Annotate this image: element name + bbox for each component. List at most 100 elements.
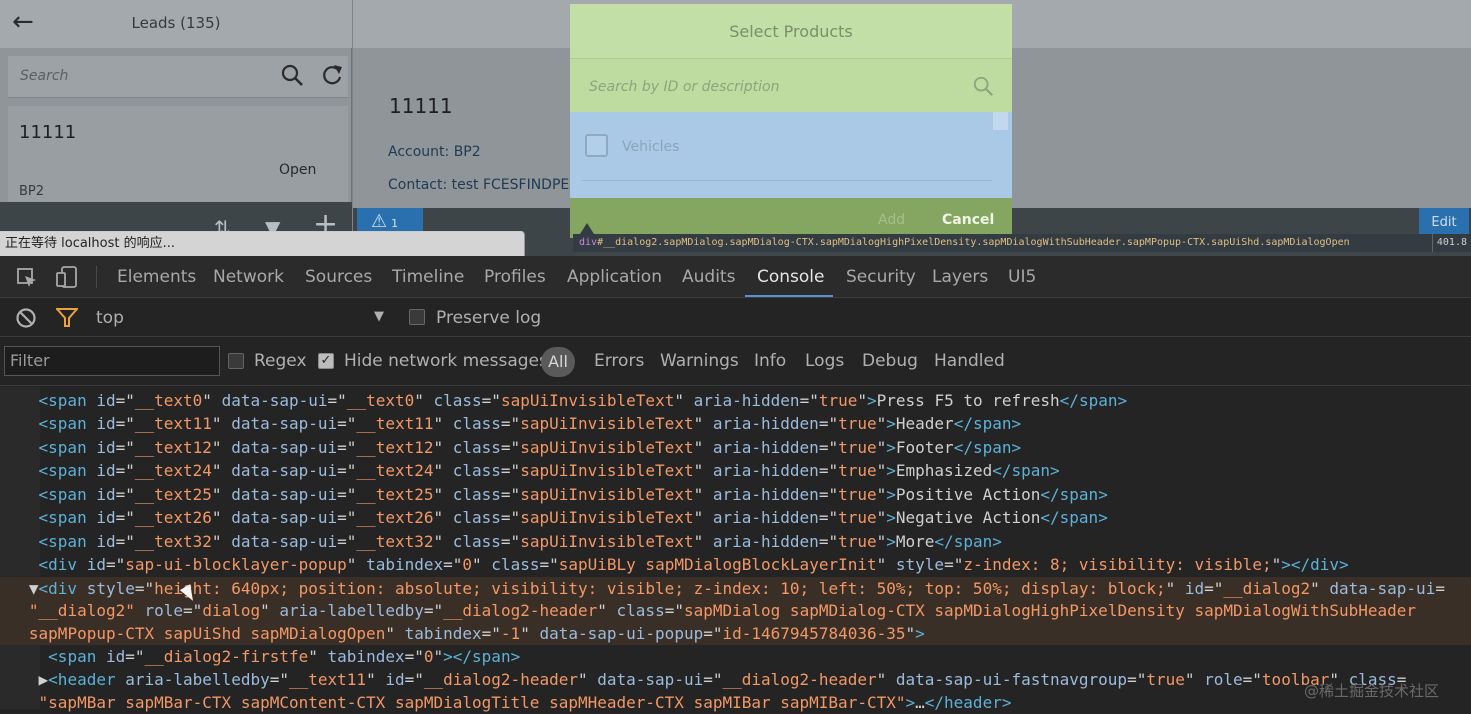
code-token: " — [433, 508, 453, 527]
code-token: </span> — [953, 438, 1022, 457]
watermark: @稀土掘金技术社区 — [1304, 682, 1440, 700]
search-field[interactable]: Search — [8, 56, 348, 98]
code-token: =" — [115, 414, 135, 433]
code-token: sapUiInvisibleText — [500, 391, 675, 410]
tab-timeline[interactable]: Timeline — [392, 267, 464, 287]
code-token: =" — [500, 414, 521, 433]
code-token: " — [693, 414, 713, 433]
console-line[interactable]: <span id="__text11" data-sap-ui="__text1… — [0, 412, 1471, 435]
code-token: =" — [115, 461, 135, 480]
console-line[interactable]: <span id="__text26" data-sap-ui="__text2… — [0, 506, 1471, 529]
console-output: <span id="__text0" data-sap-ui="__text0"… — [0, 387, 1471, 712]
level-warnings[interactable]: Warnings — [660, 351, 739, 371]
code-token: </span> — [934, 532, 1002, 551]
console-line[interactable]: <span id="__dialog2-firstfe" tabindex="0… — [0, 645, 1471, 668]
code-token: =" — [539, 555, 559, 574]
filter-input[interactable]: Filter — [4, 346, 220, 376]
warning-count: 1 — [391, 217, 399, 230]
console-line[interactable]: <span id="__text24" data-sap-ui="__text2… — [0, 459, 1471, 482]
code-token: " — [433, 532, 453, 551]
level-handled[interactable]: Handled — [934, 351, 1005, 371]
code-token: aria-hidden — [712, 461, 819, 480]
tab-audits[interactable]: Audits — [682, 267, 735, 287]
code-token: class — [452, 438, 501, 457]
code-token: =" — [818, 485, 839, 504]
tab-sources[interactable]: Sources — [305, 267, 372, 287]
code-token: true — [838, 485, 877, 504]
search-icon[interactable] — [972, 75, 994, 97]
search-icon[interactable] — [280, 63, 304, 87]
item-checkbox[interactable] — [585, 134, 608, 157]
console-line[interactable]: <span id="__text0" data-sap-ui="__text0"… — [0, 389, 1471, 412]
code-token: </span> — [1059, 391, 1128, 410]
console-line[interactable]: "sapMBar sapMBar-CTX sapMContent-CTX sap… — [0, 691, 1471, 714]
tab-network[interactable]: Network — [213, 267, 284, 287]
dialog-footer: Add Cancel — [570, 198, 1012, 238]
hide-network-checkbox[interactable]: ✓ — [318, 353, 334, 369]
scrollbar[interactable] — [993, 112, 1008, 130]
add-button[interactable]: Add — [878, 212, 905, 228]
code-token: class — [433, 391, 482, 410]
code-token: =" — [443, 555, 463, 574]
code-token: =" — [269, 670, 289, 689]
console-line[interactable]: <span id="__text12" data-sap-ui="__text1… — [0, 436, 1471, 459]
tab-security[interactable]: Security — [846, 267, 916, 287]
level-errors[interactable]: Errors — [594, 351, 644, 371]
code-token: </span> — [992, 461, 1060, 480]
console-line[interactable]: ▼<div style="height: 640px; position: ab… — [0, 577, 1471, 600]
clear-console-icon[interactable] — [15, 307, 37, 329]
console-line[interactable]: sapMPopup-CTX sapUiShd sapMDialogOpen" t… — [0, 622, 1471, 645]
code-token: " — [211, 461, 232, 480]
code-token: sapUiInvisibleText — [520, 414, 694, 433]
refresh-icon[interactable] — [320, 63, 344, 87]
level-all[interactable]: All — [541, 347, 575, 377]
code-token: 0 — [462, 555, 473, 574]
code-token: " — [1165, 579, 1185, 598]
regex-checkbox[interactable] — [228, 353, 244, 369]
console-line[interactable]: ▶<header aria-labelledby="__text11" id="… — [0, 668, 1471, 691]
level-info[interactable]: Info — [754, 351, 786, 371]
code-token: =" — [115, 508, 135, 527]
account-link[interactable]: Account: BP2 — [388, 144, 481, 160]
filter-funnel-icon[interactable] — [56, 308, 78, 328]
device-mode-icon[interactable] — [55, 265, 79, 289]
tab-console[interactable]: Console — [757, 267, 825, 287]
inspect-element-icon[interactable] — [16, 267, 38, 289]
tab-elements[interactable]: Elements — [117, 267, 196, 287]
dropdown-arrow-icon[interactable]: ▼ — [374, 309, 384, 324]
tab-application[interactable]: Application — [567, 267, 662, 287]
hide-network-label: Hide network messages — [344, 351, 548, 371]
level-debug[interactable]: Debug — [862, 351, 918, 371]
tab-layers[interactable]: Layers — [932, 267, 988, 287]
dialog-search-field[interactable]: Search by ID or description — [570, 58, 1012, 112]
console-line[interactable]: <div id="sap-ui-blocklayer-popup" tabind… — [0, 553, 1471, 576]
tooltip-tag: div — [579, 237, 598, 248]
code-token: __text12 — [356, 438, 434, 457]
list-item[interactable]: 11111 Open BP2 — [8, 106, 348, 202]
tab-ui5[interactable]: UI5 — [1008, 267, 1036, 287]
context-select[interactable]: top — [96, 308, 124, 328]
code-token: > — [886, 414, 896, 433]
code-token: =" — [703, 670, 723, 689]
code-token: =" — [115, 391, 135, 410]
code-token: data-sap-ui-popup — [539, 624, 704, 643]
tab-profiles[interactable]: Profiles — [484, 267, 546, 287]
level-logs[interactable]: Logs — [805, 351, 844, 371]
code-token: " — [433, 461, 453, 480]
console-line[interactable]: <span id="__text25" data-sap-ui="__text2… — [0, 483, 1471, 506]
code-token: __text25 — [134, 485, 212, 504]
code-token: =" — [818, 508, 839, 527]
lead-subtitle: BP2 — [19, 184, 45, 199]
code-token: class — [452, 532, 501, 551]
code-token: class — [452, 461, 501, 480]
code-token: <span — [38, 461, 97, 480]
cancel-button[interactable]: Cancel — [942, 212, 994, 228]
code-token: tabindex — [366, 555, 444, 574]
preserve-log-checkbox[interactable] — [409, 309, 425, 325]
code-token: sapUiInvisibleText — [520, 485, 694, 504]
code-token: Negative Action — [895, 508, 1041, 527]
code-token: " — [905, 624, 916, 643]
console-line[interactable]: <span id="__text32" data-sap-ui="__text3… — [0, 530, 1471, 553]
console-line[interactable]: "__dialog2" role="dialog" aria-labelledb… — [0, 599, 1471, 622]
